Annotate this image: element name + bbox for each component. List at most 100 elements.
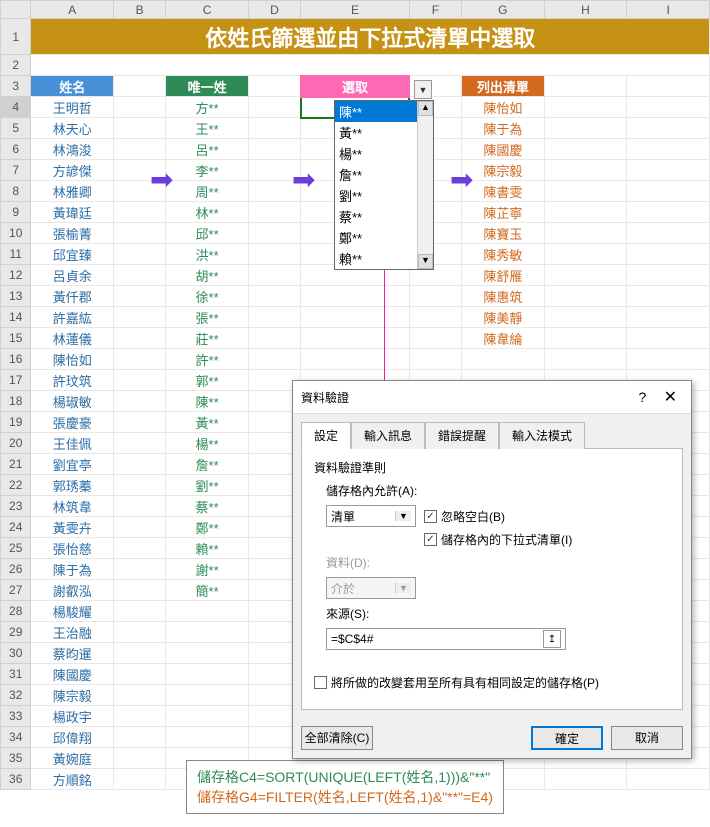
unique-cell[interactable]	[166, 601, 249, 622]
name-cell[interactable]: 王治融	[31, 622, 114, 643]
unique-cell[interactable]	[166, 622, 249, 643]
col-E[interactable]: E	[301, 1, 410, 19]
unique-cell[interactable]: 蔡**	[166, 496, 249, 517]
unique-cell[interactable]: 莊**	[166, 328, 249, 349]
name-cell[interactable]: 林天心	[31, 118, 114, 139]
unique-cell[interactable]: 陳**	[166, 391, 249, 412]
name-cell[interactable]: 張慶豪	[31, 412, 114, 433]
name-cell[interactable]: 陳宗毅	[31, 685, 114, 706]
unique-cell[interactable]: 王**	[166, 118, 249, 139]
col-B[interactable]: B	[114, 1, 166, 19]
unique-cell[interactable]: 謝**	[166, 559, 249, 580]
row-5[interactable]: 5	[1, 118, 31, 139]
row-31[interactable]: 31	[1, 664, 31, 685]
unique-cell[interactable]: 洪**	[166, 244, 249, 265]
row-14[interactable]: 14	[1, 307, 31, 328]
clear-all-button[interactable]: 全部清除(C)	[301, 726, 373, 750]
tab-input-message[interactable]: 輸入訊息	[351, 422, 425, 449]
row-33[interactable]: 33	[1, 706, 31, 727]
row-10[interactable]: 10	[1, 223, 31, 244]
apply-all-checkbox[interactable]: 將所做的改變套用至所有具有相同設定的儲存格(P)	[314, 674, 599, 691]
row-18[interactable]: 18	[1, 391, 31, 412]
unique-cell[interactable]: 許**	[166, 349, 249, 370]
row-32[interactable]: 32	[1, 685, 31, 706]
name-cell[interactable]: 張榆菁	[31, 223, 114, 244]
row-6[interactable]: 6	[1, 139, 31, 160]
row-3[interactable]: 3	[1, 76, 31, 97]
ignore-blank-checkbox[interactable]: ✓ 忽略空白(B)	[424, 508, 505, 525]
unique-cell[interactable]: 賴**	[166, 538, 249, 559]
name-cell[interactable]: 方諺傑	[31, 160, 114, 181]
tab-ime-mode[interactable]: 輸入法模式	[499, 422, 585, 449]
result-cell[interactable]: 陳于為	[462, 118, 545, 139]
result-cell[interactable]: 陳秀敏	[462, 244, 545, 265]
row-26[interactable]: 26	[1, 559, 31, 580]
unique-cell[interactable]	[166, 685, 249, 706]
row-20[interactable]: 20	[1, 433, 31, 454]
dropdown-button[interactable]: ▼	[414, 80, 432, 99]
unique-cell[interactable]	[166, 643, 249, 664]
col-C[interactable]: C	[166, 1, 249, 19]
row-25[interactable]: 25	[1, 538, 31, 559]
result-cell[interactable]: 陳美靜	[462, 307, 545, 328]
name-cell[interactable]: 邱偉翔	[31, 727, 114, 748]
unique-cell[interactable]: 呂**	[166, 139, 249, 160]
name-cell[interactable]: 郭琇蓁	[31, 475, 114, 496]
unique-cell[interactable]: 楊**	[166, 433, 249, 454]
row-11[interactable]: 11	[1, 244, 31, 265]
name-cell[interactable]: 林筑韋	[31, 496, 114, 517]
row-23[interactable]: 23	[1, 496, 31, 517]
row-36[interactable]: 36	[1, 769, 31, 790]
result-cell[interactable]: 陳惠筑	[462, 286, 545, 307]
help-icon[interactable]: ?	[630, 389, 654, 405]
name-cell[interactable]: 黃瑋廷	[31, 202, 114, 223]
name-cell[interactable]: 王佳佩	[31, 433, 114, 454]
name-cell[interactable]: 黃婉庭	[31, 748, 114, 769]
tab-settings[interactable]: 設定	[301, 422, 351, 449]
name-cell[interactable]: 黃雯卉	[31, 517, 114, 538]
unique-cell[interactable]: 詹**	[166, 454, 249, 475]
row-13[interactable]: 13	[1, 286, 31, 307]
name-cell[interactable]: 許嘉紘	[31, 307, 114, 328]
name-cell[interactable]: 林鴻浚	[31, 139, 114, 160]
row-28[interactable]: 28	[1, 601, 31, 622]
scroll-up-icon[interactable]: ▲	[418, 101, 433, 116]
name-cell[interactable]: 陳國慶	[31, 664, 114, 685]
name-cell[interactable]: 林蓮儀	[31, 328, 114, 349]
name-cell[interactable]: 方順銘	[31, 769, 114, 790]
result-cell[interactable]: 陳寶玉	[462, 223, 545, 244]
row-2[interactable]: 2	[1, 55, 31, 76]
row-1[interactable]: 1	[1, 19, 31, 55]
unique-cell[interactable]: 張**	[166, 307, 249, 328]
name-cell[interactable]: 陳于為	[31, 559, 114, 580]
unique-cell[interactable]: 簡**	[166, 580, 249, 601]
result-cell[interactable]	[462, 349, 545, 370]
allow-select[interactable]: 清單 ▼	[326, 505, 416, 527]
name-cell[interactable]: 謝叡泓	[31, 580, 114, 601]
unique-cell[interactable]: 方**	[166, 97, 249, 118]
unique-cell[interactable]: 邱**	[166, 223, 249, 244]
range-picker-icon[interactable]: ↥	[543, 630, 561, 648]
row-9[interactable]: 9	[1, 202, 31, 223]
in-cell-dropdown-checkbox[interactable]: ✓ 儲存格內的下拉式清單(I)	[424, 531, 572, 548]
name-cell[interactable]: 楊駿耀	[31, 601, 114, 622]
row-4[interactable]: 4	[1, 97, 31, 118]
col-H[interactable]: H	[544, 1, 627, 19]
row-35[interactable]: 35	[1, 748, 31, 769]
unique-cell[interactable]: 林**	[166, 202, 249, 223]
name-cell[interactable]: 黃仟郡	[31, 286, 114, 307]
row-15[interactable]: 15	[1, 328, 31, 349]
ok-button[interactable]: 確定	[531, 726, 603, 750]
name-cell[interactable]: 林雅卿	[31, 181, 114, 202]
name-cell[interactable]: 楊琡敏	[31, 391, 114, 412]
row-22[interactable]: 22	[1, 475, 31, 496]
col-I[interactable]: I	[627, 1, 710, 19]
unique-cell[interactable]	[166, 706, 249, 727]
row-8[interactable]: 8	[1, 181, 31, 202]
unique-cell[interactable]: 徐**	[166, 286, 249, 307]
col-D[interactable]: D	[248, 1, 300, 19]
row-24[interactable]: 24	[1, 517, 31, 538]
unique-cell[interactable]: 鄭**	[166, 517, 249, 538]
row-16[interactable]: 16	[1, 349, 31, 370]
unique-cell[interactable]: 黃**	[166, 412, 249, 433]
